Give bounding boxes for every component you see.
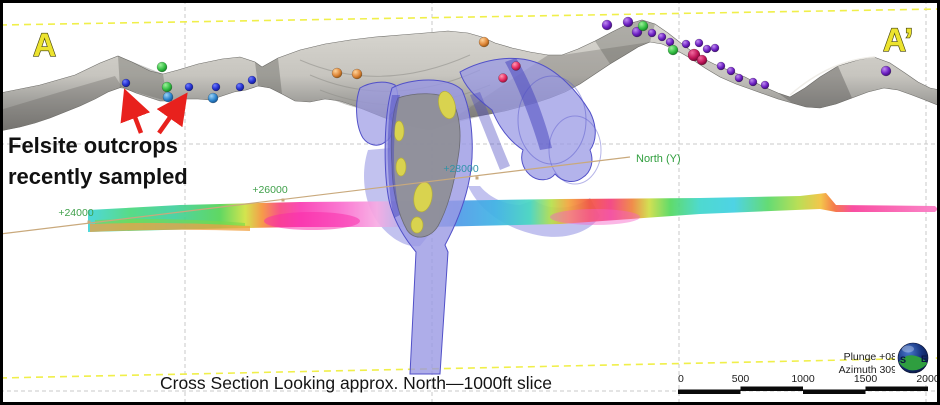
globe-letter-east: E <box>921 354 927 364</box>
drill-collar-sphere[interactable] <box>749 78 757 86</box>
axis-tick-mark <box>88 221 91 224</box>
drill-collar-sphere[interactable] <box>236 83 244 91</box>
felsite-annotation-line2: recently sampled <box>8 164 188 189</box>
scale-bar-segment <box>866 387 929 392</box>
drill-collar-sphere[interactable] <box>157 62 167 72</box>
slice-pink-anomaly <box>550 209 640 225</box>
drill-collar-sphere[interactable] <box>761 81 769 89</box>
drill-collar-sphere[interactable] <box>248 76 256 84</box>
drill-collar-sphere[interactable] <box>602 20 612 30</box>
section-label-a-prime: A’ <box>883 22 913 58</box>
scale-bar-label: 1000 <box>791 373 815 385</box>
drill-collar-sphere[interactable] <box>658 33 666 41</box>
drill-collar-sphere[interactable] <box>212 83 220 91</box>
drill-collar-sphere[interactable] <box>697 55 707 65</box>
drill-collar-sphere[interactable] <box>162 82 172 92</box>
drill-collar-sphere[interactable] <box>163 92 173 102</box>
drill-collar-sphere[interactable] <box>711 44 719 52</box>
drill-collar-sphere[interactable] <box>648 29 656 37</box>
drill-collar-sphere[interactable] <box>735 74 743 82</box>
drill-collar-sphere[interactable] <box>479 37 489 47</box>
drill-collar-sphere[interactable] <box>703 45 711 53</box>
drill-collar-sphere[interactable] <box>332 68 342 78</box>
scale-bar-segment <box>741 387 804 392</box>
slice-magenta-anomaly <box>264 212 360 230</box>
drill-collar-sphere[interactable] <box>638 21 648 31</box>
plunge-value: Plunge +08 <box>844 351 898 363</box>
axis-tick-label: +24000 <box>58 207 93 219</box>
axis-tick-mark <box>282 199 285 202</box>
drill-collar-sphere[interactable] <box>717 62 725 70</box>
drill-collar-sphere[interactable] <box>727 67 735 75</box>
drill-collar-sphere[interactable] <box>623 17 633 27</box>
section-label-a: A <box>33 27 56 63</box>
scale-bar-label: 0 <box>678 373 684 385</box>
felsite-annotation-line1: Felsite outcrops <box>8 133 178 158</box>
cross-section-figure: +24000 +26000 +28000 North (Y) Felsite out… <box>0 0 940 405</box>
drill-collar-sphere[interactable] <box>208 93 218 103</box>
drill-collar-sphere[interactable] <box>122 79 130 87</box>
figure-caption: Cross Section Looking approx. North—1000… <box>160 373 552 393</box>
scale-bar-segment <box>803 390 866 395</box>
drill-collar-sphere[interactable] <box>352 69 362 79</box>
drill-collar-sphere[interactable] <box>668 45 678 55</box>
axis-tick-mark <box>476 177 479 180</box>
axis-tick-label: +26000 <box>252 184 287 196</box>
scale-bar-label: 1500 <box>854 373 878 385</box>
axis-tick-label: +28000 <box>443 163 478 175</box>
drill-collar-sphere[interactable] <box>185 83 193 91</box>
scale-bar-label: 2000 <box>916 373 940 385</box>
drill-collar-sphere[interactable] <box>682 40 690 48</box>
scale-bar-label: 500 <box>732 373 750 385</box>
viewport-3d[interactable]: +24000 +26000 +28000 North (Y) Felsite out… <box>0 0 940 405</box>
scale-bar-segment <box>678 390 741 395</box>
orientation-globe-icon[interactable]: S E <box>895 341 933 376</box>
globe-letter-south: S <box>900 355 906 365</box>
drill-collar-sphere[interactable] <box>512 62 521 71</box>
drill-collar-sphere[interactable] <box>695 39 703 47</box>
axis-label-north: North (Y) <box>636 153 681 165</box>
drill-collar-sphere[interactable] <box>499 74 508 83</box>
drill-collar-sphere[interactable] <box>881 66 891 76</box>
